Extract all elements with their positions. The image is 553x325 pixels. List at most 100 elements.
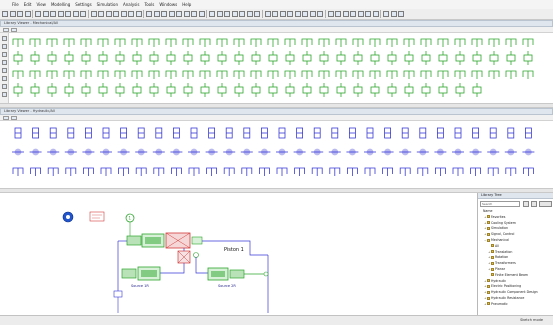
library-symbol[interactable] bbox=[171, 167, 182, 176]
toolbar-button[interactable] bbox=[146, 11, 152, 17]
tree-item[interactable]: + Pneumatic bbox=[484, 302, 508, 306]
library-symbol[interactable] bbox=[284, 70, 296, 79]
library-symbol[interactable] bbox=[489, 51, 499, 65]
toolbar-button[interactable] bbox=[239, 11, 245, 17]
filter-icon[interactable] bbox=[531, 201, 537, 207]
tree-item[interactable]: + Planar bbox=[488, 267, 505, 271]
tank-element[interactable] bbox=[113, 290, 123, 313]
toolbar-button[interactable] bbox=[90, 11, 97, 17]
library-symbol[interactable] bbox=[347, 167, 358, 176]
library-symbol[interactable] bbox=[234, 51, 244, 65]
toolbar-button[interactable] bbox=[294, 11, 301, 17]
toolbar-button[interactable] bbox=[317, 11, 323, 17]
library-symbol[interactable] bbox=[137, 127, 145, 139]
library-symbol[interactable] bbox=[216, 38, 228, 47]
library-symbol[interactable] bbox=[183, 83, 193, 97]
model-diagram[interactable]: 1 Piston 1 Source 1R Source 2R bbox=[0, 193, 477, 315]
library-tool-button[interactable] bbox=[2, 84, 7, 89]
library-symbol[interactable] bbox=[30, 167, 41, 176]
library-symbol[interactable] bbox=[399, 148, 412, 156]
library-symbol[interactable] bbox=[319, 51, 329, 65]
library-symbol[interactable] bbox=[32, 127, 40, 139]
parameter-box[interactable] bbox=[89, 211, 105, 222]
toolbar-button[interactable] bbox=[350, 11, 356, 17]
toolbar-button[interactable] bbox=[309, 11, 316, 17]
toolbar-button[interactable] bbox=[254, 11, 260, 17]
menu-simulation[interactable]: Simulation bbox=[97, 2, 118, 7]
toolbar-button[interactable] bbox=[198, 11, 205, 17]
library-symbol[interactable] bbox=[182, 70, 194, 79]
toolbar-button[interactable] bbox=[302, 11, 308, 17]
tree-item[interactable]: + Transformers bbox=[488, 261, 516, 265]
library-symbol[interactable] bbox=[353, 51, 363, 65]
menu-file[interactable]: File bbox=[12, 2, 19, 7]
toolbar-button[interactable] bbox=[246, 11, 253, 17]
library-symbol[interactable] bbox=[454, 70, 466, 79]
model-canvas[interactable]: 1 Piston 1 Source 1R Source 2R bbox=[0, 193, 477, 315]
library-symbol[interactable] bbox=[505, 167, 517, 176]
library-symbol[interactable] bbox=[382, 167, 393, 176]
library-symbol[interactable] bbox=[319, 83, 329, 97]
toolbar-button[interactable] bbox=[98, 11, 104, 17]
library-symbol[interactable] bbox=[471, 38, 483, 47]
toolbar-button[interactable] bbox=[216, 11, 223, 17]
library-symbol[interactable] bbox=[250, 38, 262, 47]
library-symbol[interactable] bbox=[268, 83, 278, 97]
toolbar-button[interactable] bbox=[128, 11, 134, 17]
library-symbol[interactable] bbox=[366, 127, 374, 139]
toolbar-button[interactable] bbox=[113, 11, 119, 17]
menu-help[interactable]: Help bbox=[182, 2, 191, 7]
library-symbol[interactable] bbox=[115, 83, 125, 97]
library-symbol[interactable] bbox=[318, 70, 330, 79]
library-symbol[interactable] bbox=[452, 148, 464, 156]
library-symbol[interactable] bbox=[318, 38, 330, 47]
library-symbol[interactable] bbox=[421, 51, 431, 65]
library-mechanical-symbols[interactable] bbox=[10, 33, 553, 103]
library-symbol[interactable] bbox=[135, 167, 147, 176]
library-symbol[interactable] bbox=[302, 51, 312, 65]
tree-item[interactable]: Name bbox=[480, 209, 492, 213]
library-symbol[interactable] bbox=[329, 167, 341, 176]
library-symbol[interactable] bbox=[131, 70, 143, 79]
toolbar-button[interactable] bbox=[327, 11, 334, 17]
library-symbol[interactable] bbox=[370, 51, 380, 65]
toolbar-button[interactable] bbox=[272, 11, 278, 17]
toolbar-button[interactable] bbox=[224, 11, 230, 17]
toolbar-button[interactable] bbox=[264, 11, 271, 17]
menu-tools[interactable]: Tools bbox=[144, 2, 154, 7]
library-symbol[interactable] bbox=[268, 51, 278, 65]
library-symbol[interactable] bbox=[217, 51, 227, 65]
library-symbol[interactable] bbox=[522, 70, 534, 79]
toolbar-button[interactable] bbox=[287, 11, 293, 17]
library-symbol[interactable] bbox=[259, 167, 270, 176]
toolbar-button[interactable] bbox=[42, 11, 49, 17]
library-symbol[interactable] bbox=[188, 167, 200, 176]
library-symbol[interactable] bbox=[434, 148, 447, 156]
library-symbol[interactable] bbox=[384, 127, 392, 139]
library-symbol[interactable] bbox=[452, 167, 464, 176]
library-symbol[interactable] bbox=[417, 167, 429, 176]
library-symbol[interactable] bbox=[120, 127, 127, 139]
library-forward-button[interactable] bbox=[11, 28, 17, 32]
toolbar-button[interactable] bbox=[120, 11, 127, 17]
library-symbol[interactable] bbox=[386, 38, 398, 47]
library-symbol[interactable] bbox=[115, 51, 125, 65]
library-symbol[interactable] bbox=[12, 38, 24, 47]
toolbar-button[interactable] bbox=[153, 11, 160, 17]
library-symbol[interactable] bbox=[13, 83, 23, 97]
library-symbol[interactable] bbox=[199, 70, 211, 79]
library-symbol[interactable] bbox=[250, 70, 262, 79]
library-tool-button[interactable] bbox=[2, 52, 7, 57]
library-tool-button[interactable] bbox=[2, 92, 7, 97]
library-symbol[interactable] bbox=[472, 51, 482, 65]
library-symbol[interactable] bbox=[64, 51, 74, 65]
library-symbol[interactable] bbox=[234, 83, 244, 97]
library-symbol[interactable] bbox=[348, 127, 356, 139]
library-symbol[interactable] bbox=[47, 51, 57, 65]
menu-settings[interactable]: Settings bbox=[75, 2, 91, 7]
library-symbol[interactable] bbox=[233, 70, 245, 79]
tree-item[interactable]: + Hydraulic Component Design bbox=[484, 290, 538, 294]
library-symbol[interactable] bbox=[153, 167, 165, 176]
upper-valve-chain[interactable] bbox=[126, 232, 203, 249]
library-symbol[interactable] bbox=[205, 148, 218, 156]
